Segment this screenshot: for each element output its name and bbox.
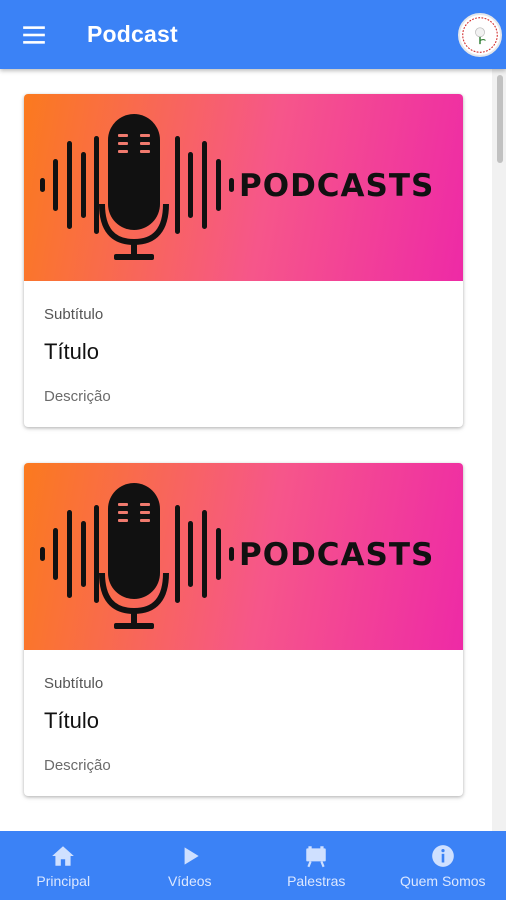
- menu-icon: [23, 25, 45, 44]
- info-icon: [431, 844, 454, 867]
- bottom-navigation: Principal Vídeos Palestras Quem Somos: [0, 831, 506, 900]
- nav-item-quem-somos[interactable]: Quem Somos: [380, 831, 506, 900]
- card-title: Título: [44, 708, 100, 733]
- app-bar: Podcast: [0, 0, 506, 69]
- app-root: Podcast PODCASTS Subtítulo Título Descri…: [0, 0, 506, 900]
- menu-button[interactable]: [4, 0, 64, 69]
- podcast-card[interactable]: PODCASTS Subtítulo Título Descrição: [24, 94, 463, 427]
- nav-item-videos[interactable]: Vídeos: [127, 831, 254, 900]
- app-logo[interactable]: [458, 13, 502, 57]
- nav-item-principal[interactable]: Principal: [0, 831, 127, 900]
- card-description: Descrição: [44, 757, 111, 774]
- nav-label: Palestras: [287, 872, 346, 889]
- scrollbar[interactable]: [492, 69, 506, 831]
- nav-label: Vídeos: [167, 872, 212, 889]
- nav-item-palestras[interactable]: Palestras: [253, 831, 380, 900]
- card-title: Título: [44, 339, 100, 364]
- banner-text: PODCASTS: [239, 537, 435, 573]
- podcast-banner: PODCASTS: [24, 94, 463, 281]
- nav-label: Quem Somos: [399, 872, 486, 889]
- scrollbar-thumb[interactable]: [497, 75, 503, 163]
- home-icon: [52, 845, 75, 866]
- podcast-card[interactable]: PODCASTS Subtítulo Título Descrição: [24, 463, 463, 796]
- easel-icon: [306, 845, 326, 867]
- card-subtitle: Subtítulo: [44, 675, 104, 692]
- card-subtitle: Subtítulo: [44, 306, 104, 323]
- card-description: Descrição: [44, 388, 111, 405]
- page-title: Podcast: [87, 21, 178, 47]
- podcast-banner: PODCASTS: [24, 463, 463, 650]
- logo-icon: [462, 17, 498, 53]
- podcast-list: PODCASTS Subtítulo Título Descrição PODC…: [0, 69, 506, 831]
- banner-text: PODCASTS: [239, 168, 435, 204]
- play-icon: [184, 846, 199, 865]
- nav-label: Principal: [36, 872, 91, 889]
